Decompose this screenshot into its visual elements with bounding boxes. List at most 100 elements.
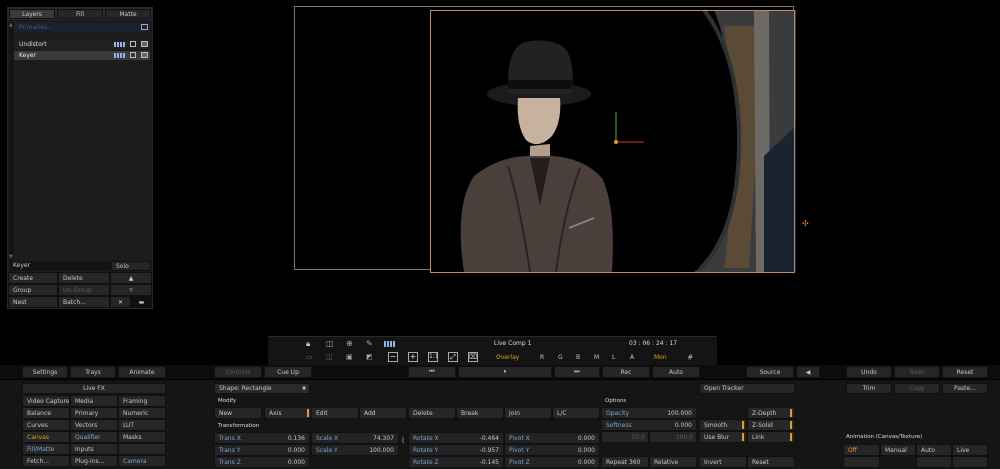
fx-numeric[interactable]: Numeric <box>118 407 166 419</box>
invert-button[interactable]: Invert <box>699 456 747 468</box>
trans-z-field[interactable]: Trans Z 0.000 <box>214 456 310 468</box>
channel-a[interactable]: A <box>630 354 634 361</box>
controls-button[interactable]: Controls <box>214 366 262 378</box>
fx-plug-ins[interactable]: Plug-ins... <box>70 455 118 467</box>
dim-left-field[interactable]: 50.0 <box>601 431 649 443</box>
monitor-icon[interactable] <box>141 52 148 58</box>
shape-break-button[interactable]: Break <box>456 407 504 419</box>
repeat-360-button[interactable]: Repeat 360 <box>601 456 649 468</box>
camera-icon[interactable]: ◫ <box>326 339 334 348</box>
fx-curves[interactable]: Curves <box>22 419 70 431</box>
scale-x-field[interactable]: Scale X 74.307 <box>311 432 399 444</box>
link-button[interactable]: Link <box>747 431 795 443</box>
opacity-field[interactable]: Opacity 100.000 <box>601 407 697 419</box>
fit-icon[interactable]: 1:1 <box>428 352 439 362</box>
solo-button[interactable]: Solo <box>111 261 151 271</box>
relative-button[interactable]: Relative <box>649 456 697 468</box>
paste-button[interactable]: Paste... <box>942 383 988 394</box>
layer-name-field[interactable]: Keyer <box>10 261 110 271</box>
rotate-y-field[interactable]: Rotate Y -0.957 <box>408 444 504 456</box>
rotate-x-field[interactable]: Rotate X -0.464 <box>408 432 504 444</box>
ungroup-button[interactable]: Un-Group <box>58 284 110 296</box>
mon-toggle[interactable]: Mon <box>654 354 667 361</box>
wipe-icon[interactable]: ◩ <box>366 353 373 361</box>
close-icon[interactable]: ✕ <box>110 296 131 308</box>
anim-manual-button[interactable]: Manual <box>880 444 916 456</box>
shape-new-button[interactable]: New <box>214 407 262 419</box>
open-tracker-button[interactable]: Open Tracker <box>699 383 795 394</box>
scroll-up-icon[interactable]: ▲ <box>9 22 14 28</box>
layer-row-undistort[interactable]: Undistort <box>10 40 150 49</box>
nest-button[interactable]: Nest <box>8 296 58 308</box>
scale-y-field[interactable]: Scale Y 100.000 <box>311 444 399 456</box>
smooth-button[interactable]: Smooth <box>699 419 747 431</box>
fullscreen-icon[interactable]: ⤢ <box>448 352 458 362</box>
create-button[interactable]: Create <box>8 272 58 284</box>
globe-icon[interactable]: ⊕ <box>346 339 353 348</box>
fx-fill-matte[interactable]: Fill/Matte <box>22 443 70 455</box>
pen-icon[interactable]: ✎ <box>366 339 373 348</box>
rotate-z-field[interactable]: Rotate Z -0.145 <box>408 456 504 468</box>
fx-lut[interactable]: LUT <box>118 419 166 431</box>
trays-button[interactable]: Trays <box>70 366 116 378</box>
channel-l[interactable]: L <box>612 354 615 361</box>
fx-video-capture[interactable]: Video Capture <box>22 395 70 407</box>
animate-button[interactable]: Animate <box>118 366 166 378</box>
checkbox-icon[interactable] <box>130 41 136 47</box>
auto-button[interactable]: Auto <box>652 366 700 378</box>
layer-row-keyer[interactable]: Keyer <box>10 51 150 60</box>
channel-m[interactable]: M <box>594 354 599 361</box>
shape-axis-button[interactable]: Axis <box>264 407 312 419</box>
softness-field[interactable]: Softness 0.000 <box>601 419 697 431</box>
move-down-icon[interactable]: ▼ <box>110 284 152 296</box>
scale-link-icon[interactable]: ⌇ <box>401 436 405 445</box>
viewer-canvas[interactable]: ✣ <box>294 6 809 273</box>
pivot-x-field[interactable]: Pivot X 0.000 <box>504 432 600 444</box>
monitor-icon[interactable] <box>141 41 148 47</box>
shape-add-button[interactable]: Add <box>359 407 407 419</box>
rec-button[interactable]: Rec <box>602 366 650 378</box>
shape-lc-button[interactable]: L/C <box>552 407 600 419</box>
layout-split-icon[interactable]: ◫ <box>326 353 333 361</box>
pause-icon[interactable]: ⏸ <box>458 366 552 378</box>
cue-up-button[interactable]: Cue Up <box>264 366 312 378</box>
fx-masks[interactable]: Masks <box>118 431 166 443</box>
trans-x-field[interactable]: Trans X 0.136 <box>214 432 310 444</box>
move-up-icon[interactable]: ▲ <box>110 272 152 284</box>
layout-single-icon[interactable]: ▭ <box>306 353 313 361</box>
anim-off-button[interactable]: Off <box>843 444 880 456</box>
skip-forward-icon[interactable]: ⏭ <box>554 366 600 378</box>
zoom-in-icon[interactable]: + <box>408 352 418 362</box>
fx-canvas[interactable]: Canvas <box>22 431 70 443</box>
anim-live-button[interactable]: Live <box>952 444 988 456</box>
layout-double-icon[interactable]: ▣ <box>346 353 353 361</box>
fx-vectors[interactable]: Vectors <box>70 419 118 431</box>
tab-layers[interactable]: Layers <box>9 9 55 19</box>
channel-g[interactable]: G <box>558 354 563 361</box>
copy-button[interactable]: Copy <box>894 383 940 394</box>
visibility-box-icon[interactable] <box>141 24 148 30</box>
fx-inputs[interactable]: Inputs <box>70 443 118 455</box>
lock-icon[interactable]: 🔒︎ <box>306 339 310 349</box>
trim-button[interactable]: Trim <box>846 383 892 394</box>
layer-row-primaries[interactable]: Primaries... <box>10 23 150 32</box>
z-solid-button[interactable]: Z-Solid <box>747 419 795 431</box>
trash-icon[interactable]: ▬ <box>131 296 152 308</box>
settings-button[interactable]: Settings <box>22 366 68 378</box>
checkbox-icon[interactable] <box>130 52 136 58</box>
fx-primary[interactable]: Primary <box>70 407 118 419</box>
dim-right-field[interactable]: 100.0 <box>649 431 697 443</box>
shape-delete-button[interactable]: Delete <box>408 407 456 419</box>
source-button[interactable]: Source <box>746 366 794 378</box>
layers-scrollbar[interactable]: ▲ ▼ <box>9 22 14 262</box>
overlay-toggle[interactable]: Overlay <box>496 354 519 361</box>
skip-back-icon[interactable]: ⏮ <box>408 366 456 378</box>
z-depth-button[interactable]: Z-Depth <box>747 407 795 419</box>
channel-r[interactable]: R <box>540 354 544 361</box>
shape-join-button[interactable]: Join <box>504 407 552 419</box>
delete-button[interactable]: Delete <box>58 272 110 284</box>
options-reset-button[interactable]: Reset <box>747 456 795 468</box>
batch-button[interactable]: Batch... <box>58 296 110 308</box>
tab-matte[interactable]: Matte <box>105 9 151 19</box>
channel-b[interactable]: B <box>576 354 580 361</box>
